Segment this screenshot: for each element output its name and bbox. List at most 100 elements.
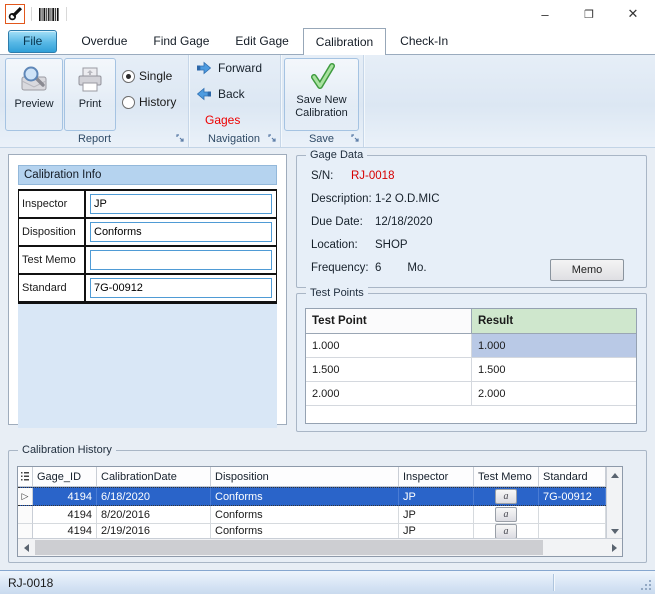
toolbar-separator (31, 7, 32, 21)
forward-label: Forward (218, 61, 262, 75)
history-row-selected[interactable]: ▷ 4194 6/18/2020 Conforms JP a 7G-00912 (18, 487, 622, 506)
calibration-info-panel: Calibration Info Inspector Disposition T… (8, 154, 287, 425)
column-header-test-memo[interactable]: Test Memo (474, 467, 539, 486)
radio-single[interactable]: Single (122, 69, 172, 83)
column-header-inspector[interactable]: Inspector (399, 467, 474, 486)
print-button[interactable]: Print (64, 58, 116, 131)
group-label-report: Report (1, 133, 188, 145)
cell-standard: 7G-00912 (539, 488, 606, 505)
memo-a-button[interactable]: a (495, 507, 517, 522)
printer-icon (74, 64, 106, 96)
minimize-button[interactable]: – (523, 0, 567, 28)
group-label-navigation: Navigation (188, 133, 280, 145)
column-header-standard[interactable]: Standard (539, 467, 606, 486)
gage-calibration-window: { "titlebar": { "window_controls": { "mi… (0, 0, 655, 594)
cell-gage-id: 4194 (33, 524, 97, 539)
barcode-button[interactable] (38, 7, 60, 22)
history-row-clipped[interactable]: 4194 2/19/2016 Conforms JP a (18, 524, 622, 539)
scroll-right-button[interactable] (606, 539, 622, 556)
vertical-scrollbar[interactable] (606, 467, 622, 539)
scroll-down-button[interactable] (607, 523, 622, 539)
grid-selector-icon (21, 472, 29, 481)
disposition-input[interactable] (90, 222, 272, 242)
due-date-value: 12/18/2020 (375, 216, 433, 228)
green-checkmark-icon (307, 62, 337, 92)
frequency-value: 6 (375, 262, 381, 274)
memo-a-button[interactable]: a (495, 524, 517, 539)
radio-history[interactable]: History (122, 95, 176, 109)
test-points-title: Test Points (306, 286, 368, 300)
save-new-calibration-button[interactable]: Save New Calibration (284, 58, 359, 131)
maximize-button[interactable]: ❐ (567, 0, 611, 28)
arrow-left-icon (196, 87, 212, 101)
close-button[interactable]: ✕ (611, 0, 655, 28)
ribbon-tab-bar: File Overdue Find Gage Edit Gage Calibra… (0, 28, 655, 55)
calibration-info-title: Calibration Info (18, 165, 277, 185)
dialog-launcher-icon[interactable] (176, 134, 185, 143)
form-row-standard: Standard (19, 275, 276, 303)
calibration-history-title: Calibration History (18, 443, 116, 457)
due-date-label: Due Date: (311, 216, 375, 228)
back-label: Back (218, 87, 245, 101)
radio-single-label: Single (139, 69, 172, 83)
preview-button[interactable]: Preview (5, 58, 63, 131)
frequency-label: Frequency: (311, 262, 375, 274)
tab-check-in[interactable]: Check-In (388, 28, 460, 54)
ribbon-group-report: Preview Print Single History Report (1, 55, 189, 147)
arrow-up-icon (611, 473, 619, 478)
column-header-calibration-date[interactable]: CalibrationDate (97, 467, 211, 486)
horizontal-scrollbar-thumb[interactable] (35, 540, 543, 555)
inspector-label: Inspector (19, 191, 86, 217)
inspector-input[interactable] (90, 194, 272, 214)
test-points-table: Test Point Result 1.000 1.000 1.500 1.50… (305, 308, 637, 424)
memo-button[interactable]: Memo (550, 259, 624, 281)
test-point-row[interactable]: 1.500 1.500 (306, 358, 636, 382)
forward-button[interactable]: Forward (196, 61, 262, 75)
row-selector-header (18, 467, 33, 486)
ribbon: Preview Print Single History Report (0, 55, 655, 148)
dialog-launcher-icon[interactable] (268, 134, 277, 143)
test-point-value: 1.500 (306, 358, 472, 381)
test-point-row[interactable]: 2.000 2.000 (306, 382, 636, 406)
save-button-label-line2: Calibration (295, 107, 348, 120)
back-button[interactable]: Back (196, 87, 245, 101)
cell-gage-id: 4194 (33, 488, 97, 505)
toolbar-separator (66, 7, 67, 21)
arrow-down-icon (611, 529, 619, 534)
cell-test-memo: a (474, 506, 539, 524)
standard-input[interactable] (90, 278, 272, 298)
memo-a-button[interactable]: a (495, 489, 517, 504)
gage-location-row: Location: SHOP (311, 239, 408, 251)
tab-edit-gage[interactable]: Edit Gage (223, 28, 300, 54)
window-controls: – ❐ ✕ (523, 0, 655, 28)
result-value[interactable]: 1.000 (472, 334, 636, 357)
ribbon-group-navigation: Forward Back Gages Navigation (188, 55, 281, 147)
scroll-up-button[interactable] (607, 467, 622, 483)
current-row-arrow-icon: ▷ (18, 488, 33, 505)
tab-overdue[interactable]: Overdue (69, 28, 139, 54)
test-point-row[interactable]: 1.000 1.000 (306, 334, 636, 358)
gage-data-groupbox: Gage Data S/N: RJ-0018 Description: 1-2 … (296, 155, 647, 288)
history-row[interactable]: 4194 8/20/2016 Conforms JP a (18, 506, 622, 524)
tab-find-gage[interactable]: Find Gage (141, 28, 221, 54)
result-value[interactable]: 2.000 (472, 382, 636, 405)
column-header-test-point[interactable]: Test Point (306, 309, 472, 333)
gage-sn-row: S/N: RJ-0018 (311, 170, 394, 182)
calibration-history-groupbox: Calibration History Gage_ID CalibrationD… (8, 450, 647, 563)
dialog-launcher-icon[interactable] (351, 134, 360, 143)
status-gage-id: RJ-0018 (8, 576, 53, 590)
cell-inspector: JP (399, 506, 474, 524)
app-button[interactable] (5, 4, 25, 24)
column-header-gage-id[interactable]: Gage_ID (33, 467, 97, 486)
cell-inspector: JP (399, 524, 474, 539)
column-header-result[interactable]: Result (472, 309, 636, 333)
column-header-disposition[interactable]: Disposition (211, 467, 399, 486)
horizontal-scrollbar[interactable] (18, 538, 622, 556)
tab-calibration[interactable]: Calibration (303, 28, 386, 55)
test-memo-input[interactable] (90, 250, 272, 270)
scroll-left-button[interactable] (18, 539, 34, 556)
result-value[interactable]: 1.500 (472, 358, 636, 381)
location-value: SHOP (375, 239, 408, 251)
resize-grip[interactable] (640, 579, 652, 591)
tab-file[interactable]: File (8, 30, 57, 53)
